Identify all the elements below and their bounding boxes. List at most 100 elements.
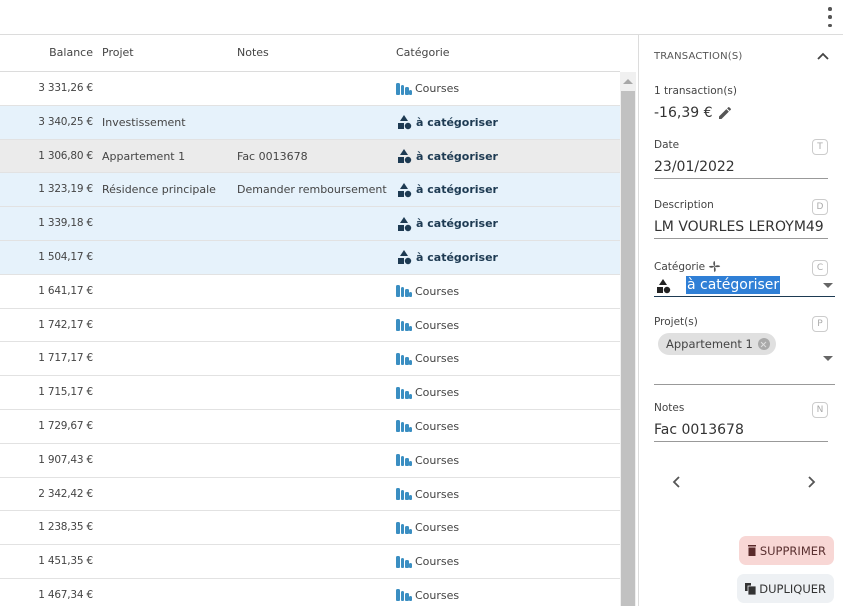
notes-field[interactable]: Fac 0013678 (654, 422, 828, 442)
description-field[interactable]: LM VOURLES LEROYM49 VOURLES (654, 219, 828, 239)
pencil-icon[interactable] (717, 105, 733, 121)
date-label: Date (654, 139, 680, 151)
categorie-cell: Courses (396, 410, 459, 443)
projets-dropdown-arrow-icon[interactable] (823, 356, 833, 361)
table-row[interactable]: 1 323,19 € Résidence principale Demander r… (0, 173, 620, 208)
categorie-cell: Courses (396, 72, 459, 105)
table-row[interactable]: 1 339,18 € à catégoriser (0, 207, 620, 241)
table-row[interactable]: 1 467,34 € Courses (0, 579, 620, 606)
fan-icon[interactable] (708, 260, 721, 273)
projet-cell: Appartement 1 (102, 149, 186, 163)
projets-shortcut-badge: P (812, 316, 828, 332)
transaction-count: 1 transaction(s) (654, 85, 737, 97)
date-field[interactable]: 23/01/2022 (654, 159, 828, 179)
balance-cell: 1 323,19 € (38, 183, 93, 196)
courses-icon (396, 589, 412, 602)
categorie-label: à catégoriser (416, 149, 498, 163)
categorie-label: Courses (415, 453, 460, 467)
categorie-cell: à catégoriser (396, 106, 498, 139)
table-row[interactable]: 1 306,80 € Appartement 1 Fac 0013678 à caté… (0, 139, 620, 174)
description-label: Description (654, 199, 714, 211)
panel-title: TRANSACTION(S) (654, 51, 743, 62)
table-row[interactable]: 1 742,17 € Courses (0, 309, 620, 343)
project-chip-label: Appartement 1 (666, 337, 753, 351)
table-row[interactable]: 2 342,42 € Courses (0, 478, 620, 512)
description-shortcut-badge: D (812, 199, 828, 215)
balance-cell: 1 339,18 € (38, 217, 93, 230)
column-header-categorie[interactable]: Catégorie (396, 35, 450, 71)
categorie-label: Courses (415, 555, 460, 569)
table-row[interactable]: 3 331,26 € Courses (0, 72, 620, 106)
column-header-projet[interactable]: Projet (102, 35, 134, 71)
categorie-cell: à catégoriser (396, 173, 498, 206)
projet-cell: Résidence principale (102, 183, 216, 197)
balance-cell: 2 342,42 € (38, 487, 93, 500)
categorie-cell: Courses (396, 342, 459, 375)
categorie-shortcut-badge: C (812, 260, 828, 276)
amount-value: -16,39 € (654, 105, 713, 121)
table-row[interactable]: 1 451,35 € Courses (0, 545, 620, 579)
vertical-scrollbar[interactable] (620, 72, 636, 606)
table-body: 3 331,26 € Courses 3 340,25 € Investissemen… (0, 72, 620, 606)
balance-cell: 3 331,26 € (38, 82, 93, 94)
projets-field-underline (654, 384, 835, 385)
categorie-selected-value[interactable]: à catégoriser (686, 276, 781, 294)
balance-cell: 1 715,17 € (38, 386, 93, 399)
table-row[interactable]: 3 340,25 € Investissement à catégoriser (0, 105, 620, 140)
table-row[interactable]: 1 715,17 € Courses (0, 376, 620, 410)
table-row[interactable]: 1 907,43 € Courses (0, 444, 620, 478)
categorie-cell: Courses (396, 545, 459, 578)
table-row[interactable]: 1 717,17 € Courses (0, 342, 620, 377)
courses-icon (396, 319, 412, 332)
column-header-notes[interactable]: Notes (237, 35, 269, 71)
balance-cell: 1 641,17 € (38, 284, 93, 297)
categorie-label: Courses (415, 588, 460, 602)
table-row[interactable]: 1 641,17 € Courses (0, 275, 620, 309)
balance-cell: 1 504,17 € (38, 250, 93, 263)
courses-icon (396, 488, 412, 501)
delete-button[interactable]: SUPPRIMER (738, 536, 834, 565)
more-options-icon[interactable] (825, 7, 835, 27)
table-row[interactable]: 1 238,35 € Courses (0, 511, 620, 546)
categorie-select[interactable]: à catégoriser (654, 275, 835, 297)
previous-arrow-icon[interactable] (670, 475, 684, 489)
column-header-balance[interactable]: Balance (49, 35, 93, 71)
balance-cell: 1 238,35 € (38, 521, 93, 534)
scroll-up-arrow-icon[interactable] (620, 72, 636, 90)
categorie-label: Courses (415, 386, 460, 400)
scrollbar-thumb[interactable] (621, 91, 635, 606)
notes-cell: Fac 0013678 (237, 149, 308, 163)
categorie-label: à catégoriser (416, 115, 498, 129)
table-row[interactable]: 1 729,67 € Courses (0, 410, 620, 444)
categorie-cell: à catégoriser (396, 241, 498, 274)
courses-icon (396, 555, 412, 568)
table-header: Balance Projet Notes Catégorie (0, 35, 620, 72)
courses-icon (396, 352, 412, 365)
categorie-label: Courses (415, 82, 460, 95)
categorie-cell: Courses (396, 309, 459, 342)
top-bar (0, 0, 843, 35)
categorie-cell: à catégoriser (396, 207, 498, 240)
uncategorized-icon (398, 149, 412, 164)
project-chip[interactable]: Appartement 1 (658, 333, 776, 355)
dropdown-arrow-icon[interactable] (823, 283, 833, 288)
projet-cell: Investissement (102, 115, 186, 129)
categorie-cell: Courses (396, 444, 459, 477)
categorie-label: à catégoriser (416, 183, 498, 197)
chevron-up-icon[interactable] (815, 48, 831, 64)
remove-chip-icon[interactable] (757, 338, 770, 350)
table-row[interactable]: 1 504,17 € à catégoriser (0, 240, 620, 275)
courses-icon (396, 521, 412, 534)
categorie-label: Courses (415, 521, 460, 535)
date-shortcut-badge: T (812, 139, 828, 155)
categorie-label-wrap: Catégorie (654, 260, 721, 273)
notes-label: Notes (654, 402, 685, 414)
next-arrow-icon[interactable] (804, 475, 818, 489)
balance-cell: 1 729,67 € (38, 419, 93, 432)
balance-cell: 1 717,17 € (38, 352, 93, 365)
categorie-label: Courses (415, 419, 460, 433)
duplicate-button[interactable]: DUPLIQUER (737, 574, 834, 603)
categorie-label: Courses (415, 352, 460, 366)
categorie-cell: Courses (396, 478, 459, 511)
categorie-cell: Courses (396, 579, 459, 606)
